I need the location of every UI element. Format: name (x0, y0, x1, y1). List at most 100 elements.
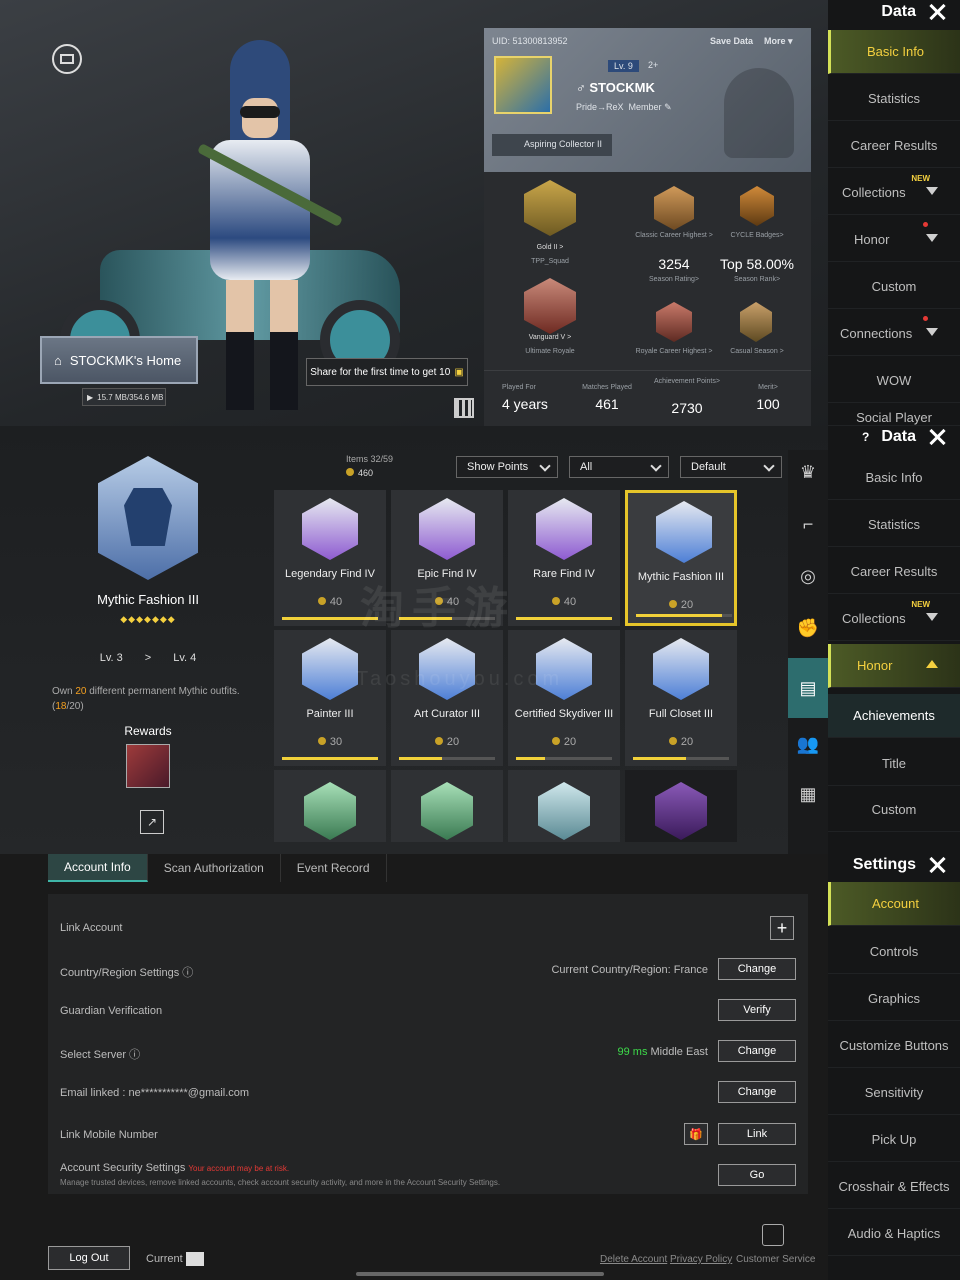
sidebar-item-achievements[interactable]: Achievements (828, 694, 960, 738)
achievement-points: 20 (391, 736, 503, 748)
achievement-tile[interactable]: Art Curator III 20 (391, 630, 503, 766)
home-size[interactable]: ▶ 15.7 MB/354.6 MB (82, 388, 166, 406)
tab-account-info[interactable]: Account Info (48, 854, 148, 882)
sidebar-item-connections[interactable]: Connections (828, 312, 960, 356)
change-country-button[interactable]: Change (718, 958, 796, 980)
sidebar-item-audio-haptics[interactable]: Audio & Haptics (828, 1212, 960, 1256)
casual-season-emblem[interactable] (740, 302, 772, 342)
link-account-label: Link Account (60, 922, 123, 934)
country-label: Country/Region Settings ⓘ (60, 967, 194, 979)
sidebar-item-honor[interactable]: Honor (828, 644, 960, 688)
royale-highest-emblem[interactable] (656, 302, 692, 342)
sidebar-item-statistics[interactable]: Statistics (828, 77, 960, 121)
gun-icon[interactable]: ⌐ (788, 502, 828, 546)
achievement-tile-partial[interactable] (625, 770, 737, 842)
chevron-down-icon (539, 460, 551, 472)
friends-count[interactable]: 2+ (648, 60, 658, 70)
delete-account-link[interactable]: Delete Account (600, 1254, 667, 1265)
tab-event-record[interactable]: Event Record (281, 854, 387, 882)
category-dropdown[interactable]: All (569, 456, 669, 478)
fullscreen-icon[interactable] (52, 44, 82, 74)
achievement-tile-partial[interactable] (508, 770, 620, 842)
muscle-icon[interactable]: ✊ (788, 606, 828, 650)
sidebar-item-crosshair-effects[interactable]: Crosshair & Effects (828, 1165, 960, 1209)
sidebar-item-basic-info[interactable]: Basic Info (828, 456, 960, 500)
add-account-button[interactable]: + (770, 916, 794, 940)
close-icon[interactable] (928, 856, 946, 874)
sidebar-item-wow[interactable]: WOW (828, 359, 960, 403)
save-data-button[interactable]: Save Data (710, 36, 753, 46)
coupon-icon: ▣ (454, 366, 464, 378)
share-button[interactable]: Share for the first time to get 10 ▣ (306, 358, 468, 386)
sidebar-item-career-results[interactable]: Career Results (828, 550, 960, 594)
change-server-button[interactable]: Change (718, 1040, 796, 1062)
guardian-label: Guardian Verification (60, 1005, 163, 1017)
sidebar-item-graphics[interactable]: Graphics (828, 977, 960, 1021)
logout-button[interactable]: Log Out (48, 1246, 130, 1270)
sidebar-item-title[interactable]: Title (828, 742, 960, 786)
achievement-name: Art Curator III (413, 708, 481, 720)
help-icon[interactable]: ? (862, 430, 869, 444)
new-badge: NEW (911, 174, 930, 183)
gift-icon[interactable]: 🎁 (684, 1123, 708, 1145)
sidebar-item-pick-up[interactable]: Pick Up (828, 1118, 960, 1162)
sidebar-item-honor[interactable]: Honor (828, 218, 960, 262)
achievement-tile-partial[interactable] (274, 770, 386, 842)
medal-icon[interactable]: ◎ (788, 554, 828, 598)
profile-panel: ⌂ STOCKMK's Home ▶ 15.7 MB/354.6 MB Share… (0, 0, 960, 426)
chevron-down-icon (926, 187, 938, 195)
friends-icon[interactable]: 👥 (788, 722, 828, 766)
classic-highest-emblem[interactable] (654, 186, 694, 230)
home-button[interactable]: ⌂ STOCKMK's Home (40, 336, 198, 384)
change-email-button[interactable]: Change (718, 1081, 796, 1103)
sidebar-item-career-results[interactable]: Career Results (828, 124, 960, 168)
sidebar-item-social-player[interactable]: Social Player (828, 404, 960, 426)
show-points-dropdown[interactable]: Show Points (456, 456, 558, 478)
reward-item[interactable] (126, 744, 170, 788)
customer-service-link[interactable]: Customer Service (736, 1254, 815, 1265)
customer-service-icon[interactable] (762, 1224, 784, 1246)
collection-icon[interactable]: ▤ (788, 658, 828, 718)
title-badge[interactable]: Aspiring Collector II (492, 134, 612, 156)
achievement-tile[interactable]: Certified Skydiver III 20 (508, 630, 620, 766)
rank-emblem-tpp[interactable] (524, 180, 576, 236)
privacy-policy-link[interactable]: Privacy Policy (670, 1254, 732, 1265)
tab-scan-authorization[interactable]: Scan Authorization (148, 854, 281, 882)
country-value: Current Country/Region: France (551, 964, 708, 976)
verify-button[interactable]: Verify (718, 999, 796, 1021)
security-go-button[interactable]: Go (718, 1164, 796, 1186)
cycle-badge-emblem[interactable] (740, 186, 774, 226)
level-progress: Lv. 3 > Lv. 4 (99, 652, 197, 664)
qr-code-icon[interactable] (454, 398, 474, 418)
close-icon[interactable] (928, 3, 946, 21)
sidebar-item-controls[interactable]: Controls (828, 930, 960, 974)
sidebar-item-basic-info[interactable]: Basic Info (828, 30, 960, 74)
achievement-tile[interactable]: Mythic Fashion III 20 (625, 490, 737, 626)
share-icon[interactable]: ↗ (140, 810, 164, 834)
link-mobile-button[interactable]: Link (718, 1123, 796, 1145)
achievement-tile-partial[interactable] (391, 770, 503, 842)
sidebar-item-collections[interactable]: Collections NEW (828, 597, 960, 641)
achievement-tile[interactable]: Rare Find IV 40 (508, 490, 620, 626)
crown-icon[interactable]: ♛ (788, 450, 828, 494)
data-sidebar: Data Basic Info Statistics Career Result… (828, 0, 960, 426)
grid-icon[interactable]: ▦ (788, 772, 828, 816)
sidebar-item-statistics[interactable]: Statistics (828, 503, 960, 547)
coin-icon (317, 737, 326, 745)
close-icon[interactable] (928, 428, 946, 446)
sidebar-item-customize-buttons[interactable]: Customize Buttons (828, 1024, 960, 1068)
sort-dropdown[interactable]: Default (680, 456, 782, 478)
sidebar-item-collections[interactable]: Collections NEW (828, 171, 960, 215)
avatar[interactable] (494, 56, 552, 114)
settings-tabs: Account Info Scan Authorization Event Re… (48, 854, 387, 882)
clan-text[interactable]: Pride→ReX Member ✎ (576, 102, 672, 113)
sidebar-item-account[interactable]: Account (828, 882, 960, 926)
sidebar-item-sensitivity[interactable]: Sensitivity (828, 1071, 960, 1115)
data-header: Data (881, 0, 946, 24)
achievement-tile[interactable]: Painter III 30 (274, 630, 386, 766)
achievement-tile[interactable]: Full Closet III 20 (625, 630, 737, 766)
sidebar-item-custom[interactable]: Custom (828, 788, 960, 832)
rank-emblem-royale[interactable] (524, 278, 576, 334)
more-button[interactable]: More ▾ (764, 36, 793, 47)
sidebar-item-custom[interactable]: Custom (828, 265, 960, 309)
